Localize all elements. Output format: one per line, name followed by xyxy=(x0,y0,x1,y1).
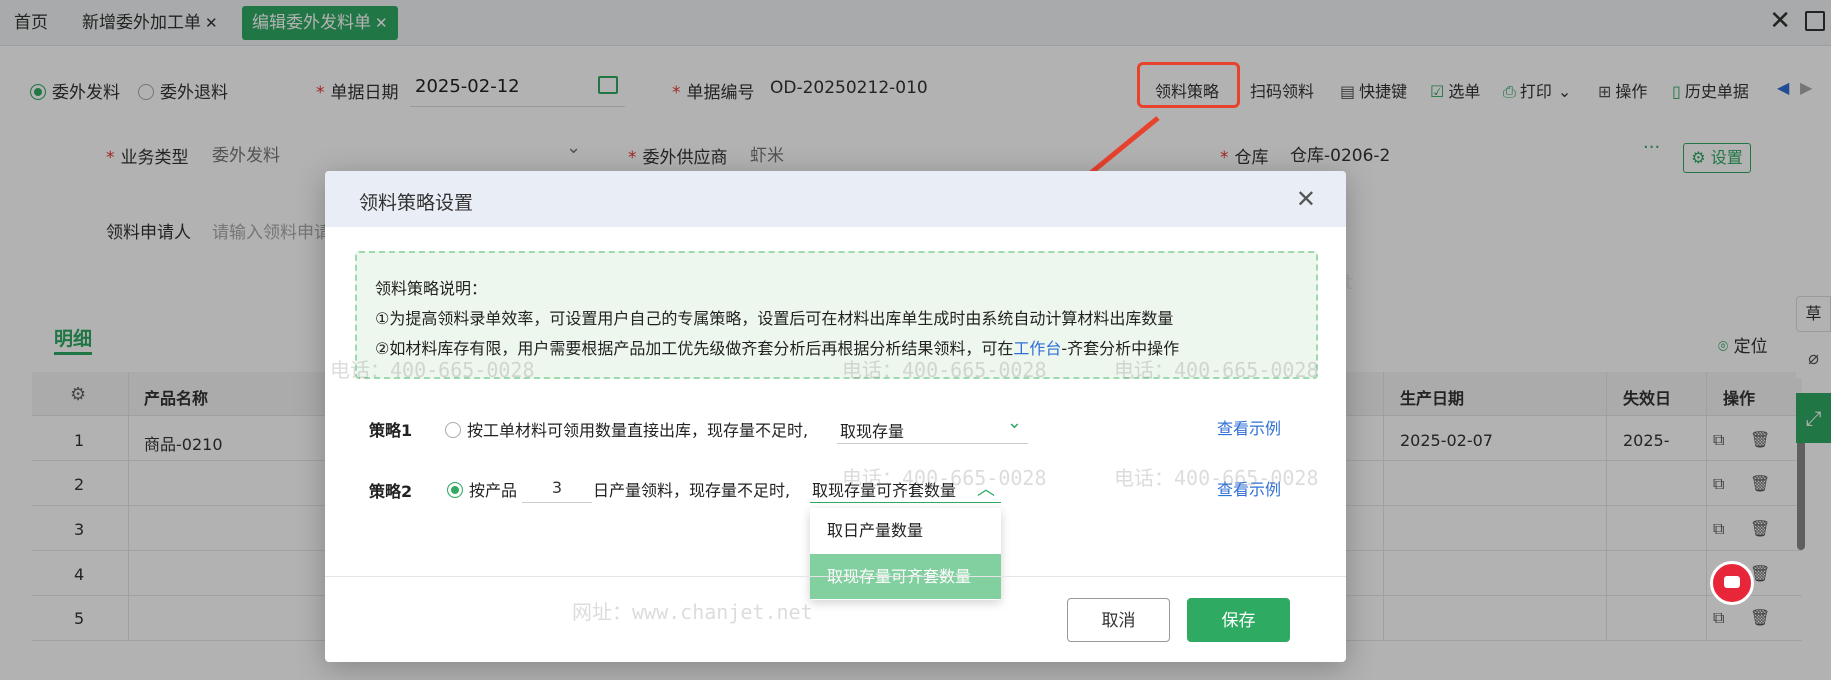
close-icon[interactable]: ✕ xyxy=(1296,185,1316,213)
divider xyxy=(325,576,1346,577)
save-button[interactable]: 保存 xyxy=(1187,598,1290,642)
chevron-up-icon: ︿ xyxy=(977,479,995,500)
notice-text: -齐套分析中操作 xyxy=(1061,339,1180,358)
radio-unchecked-icon xyxy=(445,422,461,438)
notice-title: 领料策略说明： xyxy=(375,279,488,298)
view-example-link[interactable]: 查看示例 xyxy=(1217,476,1281,500)
strategy-2-select[interactable]: 取现存量可齐套数量 ︿ xyxy=(810,473,1001,503)
notice-line-1: ①为提高领料录单效率，可设置用户自己的专属策略，设置后可在材料出库单生成时由系统… xyxy=(375,309,1174,328)
notice-line-2: ②如材料库存有限，用户需要根据产品加工优先级做齐套分析后再根据分析结果领料，可在… xyxy=(375,335,1179,359)
dialog-title: 领料策略设置 xyxy=(359,192,474,214)
strategy-2-radio[interactable]: 按产品 xyxy=(447,477,517,501)
dropdown-option-daily-output[interactable]: 取日产量数量 xyxy=(810,508,1001,553)
strategy-1-select[interactable]: 取现存量 ⌄ xyxy=(837,412,1028,444)
view-example-link[interactable]: 查看示例 xyxy=(1217,415,1281,439)
chat-bubble-shape xyxy=(1724,576,1740,588)
strategy-2-label: 策略2 xyxy=(369,482,413,501)
notice-text: ②如材料库存有限，用户需要根据产品加工优先级做齐套分析后再根据分析结果领料，可在 xyxy=(375,339,1014,358)
radio-checked-icon xyxy=(447,482,463,498)
strategy-text: 按产品 xyxy=(469,481,518,500)
chat-icon[interactable] xyxy=(1710,561,1754,605)
highlight-box xyxy=(1137,62,1240,108)
strategy-notice-box: 领料策略说明： ①为提高领料录单效率，可设置用户自己的专属策略，设置后可在材料出… xyxy=(355,251,1318,379)
workbench-link[interactable]: 工作台 xyxy=(1013,339,1061,358)
chevron-down-icon: ⌄ xyxy=(1006,412,1022,433)
strategy-1-radio[interactable]: 按工单材料可领用数量直接出库，现存量不足时, xyxy=(445,417,808,441)
select-value: 取现存量 xyxy=(840,422,905,441)
strategy-settings-dialog: 领料策略设置 ✕ 领料策略说明： ①为提高领料录单效率，可设置用户自己的专属策略… xyxy=(325,171,1346,662)
select-value: 取现存量可齐套数量 xyxy=(812,481,957,500)
days-input[interactable]: 3 xyxy=(522,473,592,503)
dialog-header xyxy=(325,171,1346,227)
cancel-button[interactable]: 取消 xyxy=(1067,598,1170,642)
strategy-2-dropdown: 取日产量数量 取现存量可齐套数量 xyxy=(810,508,1001,600)
strategy-2-text: 日产量领料，现存量不足时, xyxy=(593,481,791,500)
strategy-1-label: 策略1 xyxy=(369,421,413,440)
strategy-text: 按工单材料可领用数量直接出库，现存量不足时, xyxy=(467,421,809,440)
